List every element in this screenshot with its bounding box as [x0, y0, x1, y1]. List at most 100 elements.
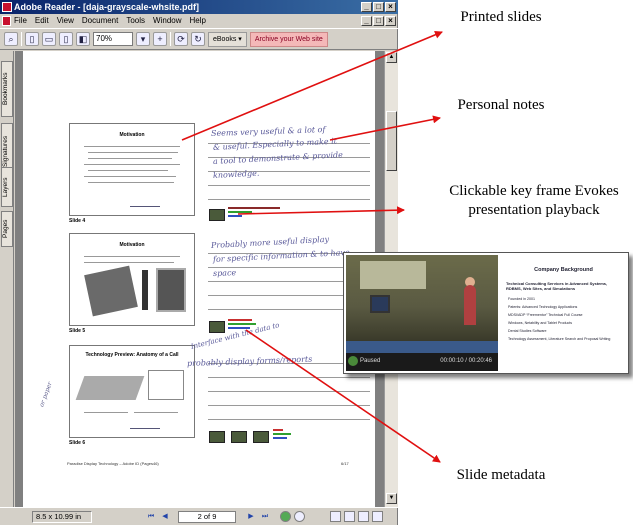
metadata-bar-red	[228, 319, 252, 321]
menu-window[interactable]: Window	[153, 14, 181, 28]
slide-text-line	[84, 412, 128, 413]
key-frame-thumbnail[interactable]	[209, 431, 225, 443]
play-icon[interactable]	[348, 356, 358, 366]
menu-view[interactable]: View	[57, 14, 74, 28]
slide-preview: Company Background Technical Consulting …	[500, 255, 627, 371]
adobe-reader-window: Adobe Reader - [daja-grayscale-whsite.pd…	[0, 0, 398, 525]
scroll-thumb[interactable]	[386, 111, 397, 171]
slide-label: Slide 5	[69, 328, 86, 334]
fit-page-icon[interactable]: ▭	[42, 32, 56, 46]
slide-logo	[130, 206, 160, 207]
doc-minimize-button[interactable]: _	[361, 16, 372, 26]
notes-line	[208, 405, 370, 406]
key-frame-thumbnail[interactable]	[253, 431, 269, 443]
key-frame-thumbnail[interactable]	[209, 321, 225, 333]
metadata-bar-green	[228, 323, 256, 325]
page-number-field[interactable]: 2 of 9	[178, 511, 236, 523]
toolbar-separator	[170, 32, 171, 46]
tab-layers[interactable]: Layers	[1, 167, 13, 207]
slide-text-line	[84, 256, 180, 257]
presentation-playback-window[interactable]: Paused 00:00:10 / 00:20:46 Company Backg…	[343, 252, 629, 374]
annotation-slide-metadata: Slide metadata	[456, 467, 546, 483]
video-timeline[interactable]	[346, 341, 498, 353]
ebooks-label: eBooks	[213, 35, 237, 43]
slide-preview-item: Windows, Netability and Tablet Products	[508, 321, 573, 325]
key-frame-thumbnail[interactable]	[209, 209, 225, 221]
menu-tools[interactable]: Tools	[126, 14, 145, 28]
slide-text-line	[88, 170, 168, 171]
playback-status: Paused	[360, 358, 381, 364]
minimize-button[interactable]: _	[361, 2, 372, 12]
navigation-tabs: Bookmarks Signatures Layers Pages	[0, 51, 14, 507]
go-forward-icon[interactable]	[294, 511, 305, 522]
slide-text-line	[84, 146, 180, 147]
menu-document[interactable]: Document	[82, 14, 118, 28]
slide-preview-subtitle: Technical Consulting Services in Advance…	[506, 281, 608, 291]
annotation-key-frame: Clickable key frame Evokes presentation …	[449, 183, 619, 218]
rotate-icon[interactable]: ⟳	[174, 32, 188, 46]
scroll-down-icon[interactable]: ▼	[386, 493, 397, 504]
zoom-dropdown-icon[interactable]: ▾	[136, 32, 150, 46]
presenter	[464, 285, 476, 325]
scroll-up-icon[interactable]: ▲	[386, 52, 397, 63]
menu-bar: File Edit View Document Tools Window Hel…	[0, 14, 398, 28]
fit-width-icon[interactable]: ▯	[59, 32, 73, 46]
facing-icon[interactable]	[358, 511, 369, 522]
ebooks-button[interactable]: eBooks ▾	[208, 31, 247, 47]
metadata-bar-green	[228, 211, 252, 213]
zoom-level-field[interactable]: 70%	[93, 32, 133, 46]
menu-edit[interactable]: Edit	[35, 14, 49, 28]
slide-text-line	[88, 158, 172, 159]
actual-size-icon[interactable]: ◧	[76, 32, 90, 46]
previous-page-icon[interactable]: ◀	[160, 512, 170, 522]
slide-text-line	[88, 182, 174, 183]
window-title: Adobe Reader - [daja-grayscale-whsite.pd…	[14, 2, 200, 12]
toolbar-separator	[21, 32, 22, 46]
zoom-in-icon[interactable]: +	[153, 32, 167, 46]
continuous-icon[interactable]	[344, 511, 355, 522]
first-page-icon[interactable]: ⏮	[146, 512, 156, 522]
maximize-button[interactable]: □	[373, 2, 384, 12]
zoom-tool-icon[interactable]: ⌕	[4, 32, 18, 46]
archive-web-site-button[interactable]: Archive your Web site	[249, 31, 328, 47]
slide-text-line	[88, 152, 178, 153]
annotation-printed-slides: Printed slides	[460, 9, 542, 25]
metadata-bar-blue	[273, 437, 287, 439]
whiteboard	[360, 261, 426, 289]
menu-file[interactable]: File	[14, 14, 27, 28]
doc-restore-button[interactable]: □	[373, 16, 384, 26]
page-footer-right: 6/17	[341, 461, 349, 466]
next-page-icon[interactable]: ▶	[246, 512, 256, 522]
doc-close-button[interactable]: ×	[385, 16, 396, 26]
slide-diagram	[75, 376, 145, 400]
handwritten-note: Interface with the data to	[190, 321, 281, 351]
printed-slide: Motivation	[69, 123, 195, 216]
key-frame-thumbnail[interactable]	[231, 431, 247, 443]
continuous-facing-icon[interactable]	[372, 511, 383, 522]
slide-preview-item: Technology Assessment, Literature Search…	[508, 337, 611, 341]
close-button[interactable]: ×	[385, 2, 396, 12]
slide-label: Slide 4	[69, 218, 86, 224]
tab-pages[interactable]: Pages	[1, 211, 13, 247]
slide-text-line	[84, 164, 180, 165]
notes-line	[208, 185, 370, 186]
slide-text-line	[84, 262, 174, 263]
handwritten-note: probably display forms/reports	[186, 354, 313, 368]
handwritten-note: Probably more useful display	[210, 234, 330, 250]
toolbar: ⌕ ▯ ▭ ▯ ◧ 70% ▾ + ⟳ ↻ eBooks ▾ Archive y…	[0, 28, 398, 50]
tab-bookmarks[interactable]: Bookmarks	[1, 61, 13, 117]
last-page-icon[interactable]: ⏭	[260, 512, 270, 522]
slide-photo	[142, 270, 148, 310]
handwritten-note: & useful. Especially to make it	[212, 136, 338, 152]
refresh-icon[interactable]: ↻	[191, 32, 205, 46]
handwritten-note: space	[212, 268, 237, 278]
go-back-icon[interactable]	[280, 511, 291, 522]
slide-text-line	[134, 412, 178, 413]
single-page-icon[interactable]	[330, 511, 341, 522]
slide-preview-title: Company Background	[534, 267, 593, 273]
page-icon[interactable]: ▯	[25, 32, 39, 46]
document-view[interactable]: Motivation Slide 4 Seems very useful & a…	[15, 51, 384, 507]
menu-help[interactable]: Help	[190, 14, 206, 28]
notes-line	[208, 419, 370, 420]
video-frame[interactable]	[346, 255, 498, 341]
